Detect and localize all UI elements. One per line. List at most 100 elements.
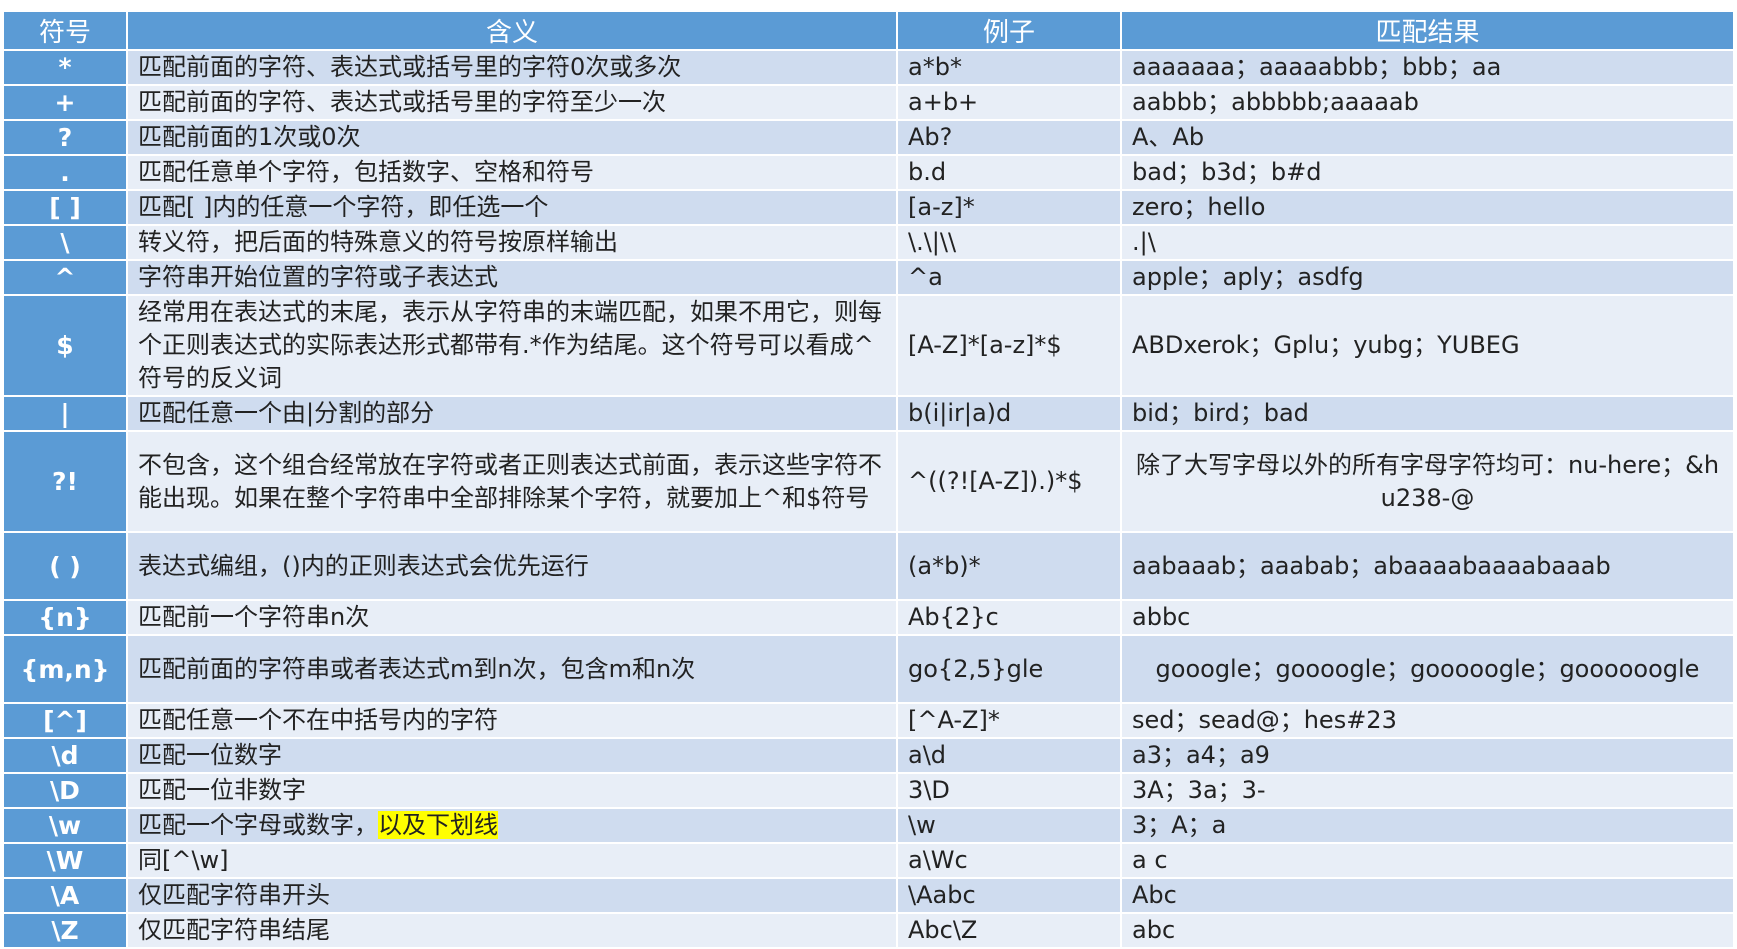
row-meaning: 匹配任意单个字符，包括数字、空格和符号	[128, 156, 896, 189]
row-meaning: 匹配[ ]内的任意一个字符，即任选一个	[128, 191, 896, 224]
table-row: [ ] 匹配[ ]内的任意一个字符，即任选一个 [a-z]* zero；hell…	[4, 191, 1733, 224]
header-example: 例子	[898, 12, 1120, 49]
row-symbol: \	[4, 226, 126, 259]
row-result: 除了大写字母以外的所有字母字符均可：nu-here；&hu238-@	[1122, 432, 1733, 531]
row-symbol: ^	[4, 261, 126, 294]
row-meaning: 匹配前面的字符、表达式或括号里的字符0次或多次	[128, 51, 896, 84]
row-meaning: 匹配一位数字	[128, 739, 896, 772]
row-meaning: 转义符，把后面的特殊意义的符号按原样输出	[128, 226, 896, 259]
row-meaning: 仅匹配字符串开头	[128, 879, 896, 912]
row-symbol: $	[4, 296, 126, 395]
table-row: \W 同[^\w] a\Wc a c	[4, 844, 1733, 877]
table-row: . 匹配任意单个字符，包括数字、空格和符号 b.d bad；b3d；b#d	[4, 156, 1733, 189]
row-result: ABDxerok；Gplu；yubg；YUBEG	[1122, 296, 1733, 395]
row-symbol: \d	[4, 739, 126, 772]
row-symbol: .	[4, 156, 126, 189]
row-example: \Aabc	[898, 879, 1120, 912]
row-example: b.d	[898, 156, 1120, 189]
row-symbol: *	[4, 51, 126, 84]
row-example: [A-Z]*[a-z]*$	[898, 296, 1120, 395]
header-symbol: 符号	[4, 12, 126, 49]
row-result: abbc	[1122, 601, 1733, 634]
row-example: Abc\Z	[898, 914, 1120, 947]
row-meaning: 表达式编组，()内的正则表达式会优先运行	[128, 533, 896, 599]
row-meaning: 匹配任意一个由|分割的部分	[128, 397, 896, 430]
table-row: \Z 仅匹配字符串结尾 Abc\Z abc	[4, 914, 1733, 947]
row-symbol: {m,n}	[4, 636, 126, 702]
row-example: [a-z]*	[898, 191, 1120, 224]
row-symbol: \w	[4, 809, 126, 842]
row-symbol: \Z	[4, 914, 126, 947]
row-symbol: \D	[4, 774, 126, 807]
row-meaning: 匹配前面的字符、表达式或括号里的字符至少一次	[128, 86, 896, 119]
row-symbol: ( )	[4, 533, 126, 599]
regex-reference-table: 符号 含义 例子 匹配结果 * 匹配前面的字符、表达式或括号里的字符0次或多次 …	[2, 10, 1735, 949]
highlighted-text: 以及下划线	[378, 811, 498, 839]
table-row: [^] 匹配任意一个不在中括号内的字符 [^A-Z]* sed；sead@；he…	[4, 704, 1733, 737]
row-meaning: 字符串开始位置的字符或子表达式	[128, 261, 896, 294]
row-result: A、Ab	[1122, 121, 1733, 154]
row-result: aabbb；abbbbb;aaaaab	[1122, 86, 1733, 119]
row-result: 3；A；a	[1122, 809, 1733, 842]
row-result: a3；a4；a9	[1122, 739, 1733, 772]
row-meaning: 匹配一个字母或数字，以及下划线	[128, 809, 896, 842]
table-row: $ 经常用在表达式的末尾，表示从字符串的末端匹配，如果不用它，则每个正则表达式的…	[4, 296, 1733, 395]
row-result: Abc	[1122, 879, 1733, 912]
row-result: bad；b3d；b#d	[1122, 156, 1733, 189]
table-row: ^ 字符串开始位置的字符或子表达式 ^a apple；aply；asdfg	[4, 261, 1733, 294]
row-symbol: {n}	[4, 601, 126, 634]
row-result: aabaaab；aaabab；abaaaabaaaabaaab	[1122, 533, 1733, 599]
row-result: bid；bird；bad	[1122, 397, 1733, 430]
row-example: \.\|\\	[898, 226, 1120, 259]
row-result: a c	[1122, 844, 1733, 877]
meaning-text: 匹配一个字母或数字，	[138, 811, 378, 839]
table-row: {n} 匹配前一个字符串n次 Ab{2}c abbc	[4, 601, 1733, 634]
table-row: ? 匹配前面的1次或0次 Ab? A、Ab	[4, 121, 1733, 154]
row-meaning: 经常用在表达式的末尾，表示从字符串的末端匹配，如果不用它，则每个正则表达式的实际…	[128, 296, 896, 395]
table-row: \ 转义符，把后面的特殊意义的符号按原样输出 \.\|\\ .|\	[4, 226, 1733, 259]
row-result: apple；aply；asdfg	[1122, 261, 1733, 294]
row-symbol: \W	[4, 844, 126, 877]
row-symbol: [^]	[4, 704, 126, 737]
header-meaning: 含义	[128, 12, 896, 49]
row-meaning: 仅匹配字符串结尾	[128, 914, 896, 947]
row-example: a+b+	[898, 86, 1120, 119]
table-row: ( ) 表达式编组，()内的正则表达式会优先运行 (a*b)* aabaaab；…	[4, 533, 1733, 599]
table-row: {m,n} 匹配前面的字符串或者表达式m到n次，包含m和n次 go{2,5}gl…	[4, 636, 1733, 702]
table-row: \D 匹配一位非数字 3\D 3A；3a；3-	[4, 774, 1733, 807]
row-example: 3\D	[898, 774, 1120, 807]
row-result: aaaaaaa；aaaaabbb；bbb；aa	[1122, 51, 1733, 84]
row-example: \w	[898, 809, 1120, 842]
row-result: gooogle；goooogle；gooooogle；goooooogle	[1122, 636, 1733, 702]
table-row: | 匹配任意一个由|分割的部分 b(i|ir|a)d bid；bird；bad	[4, 397, 1733, 430]
row-meaning: 匹配前面的字符串或者表达式m到n次，包含m和n次	[128, 636, 896, 702]
row-meaning: 匹配任意一个不在中括号内的字符	[128, 704, 896, 737]
table-row: * 匹配前面的字符、表达式或括号里的字符0次或多次 a*b* aaaaaaa；a…	[4, 51, 1733, 84]
row-example: b(i|ir|a)d	[898, 397, 1120, 430]
row-symbol: ?	[4, 121, 126, 154]
table-row: ?! 不包含，这个组合经常放在字符或者正则表达式前面，表示这些字符不能出现。如果…	[4, 432, 1733, 531]
row-example: a\d	[898, 739, 1120, 772]
row-example: ^a	[898, 261, 1120, 294]
row-symbol: +	[4, 86, 126, 119]
row-result: 3A；3a；3-	[1122, 774, 1733, 807]
row-meaning: 不包含，这个组合经常放在字符或者正则表达式前面，表示这些字符不能出现。如果在整个…	[128, 432, 896, 531]
row-symbol: [ ]	[4, 191, 126, 224]
row-result: .|\	[1122, 226, 1733, 259]
row-example: ^((?![A-Z]).)*$	[898, 432, 1120, 531]
row-symbol: |	[4, 397, 126, 430]
row-meaning: 同[^\w]	[128, 844, 896, 877]
row-symbol: \A	[4, 879, 126, 912]
table-row: + 匹配前面的字符、表达式或括号里的字符至少一次 a+b+ aabbb；abbb…	[4, 86, 1733, 119]
row-result: sed；sead@；hes#23	[1122, 704, 1733, 737]
row-example: Ab?	[898, 121, 1120, 154]
row-example: Ab{2}c	[898, 601, 1120, 634]
table-header-row: 符号 含义 例子 匹配结果	[4, 12, 1733, 49]
row-example: a\Wc	[898, 844, 1120, 877]
row-example: a*b*	[898, 51, 1120, 84]
row-meaning: 匹配一位非数字	[128, 774, 896, 807]
row-symbol: ?!	[4, 432, 126, 531]
row-meaning: 匹配前一个字符串n次	[128, 601, 896, 634]
row-meaning: 匹配前面的1次或0次	[128, 121, 896, 154]
table-row: \A 仅匹配字符串开头 \Aabc Abc	[4, 879, 1733, 912]
